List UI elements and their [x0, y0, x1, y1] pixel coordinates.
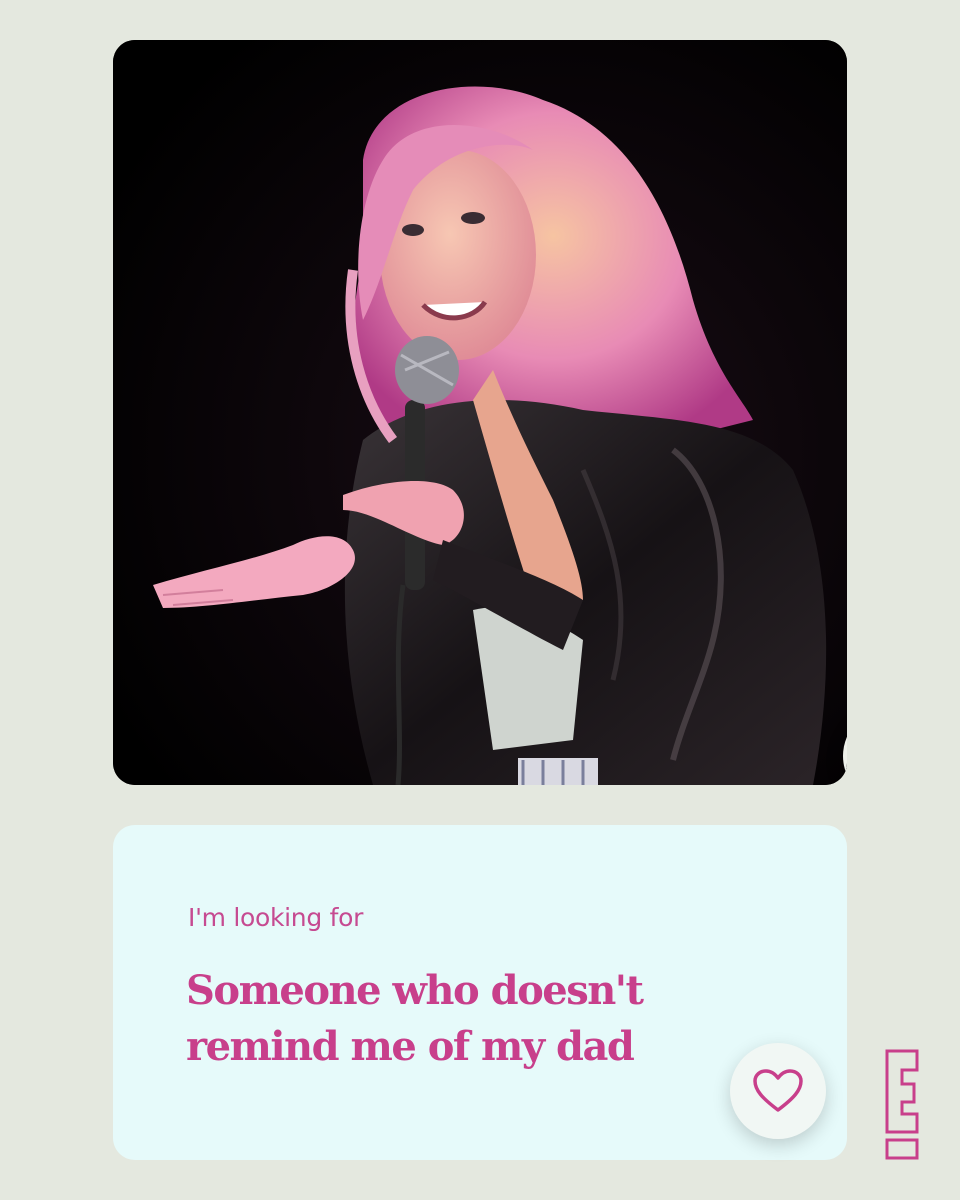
prompt-label: I'm looking for: [188, 903, 364, 932]
profile-photo-card[interactable]: [113, 40, 847, 785]
e-logo: [884, 1048, 920, 1165]
prompt-like-button[interactable]: [730, 1043, 826, 1139]
profile-photo: [113, 40, 847, 785]
heart-icon: [753, 1069, 803, 1112]
prompt-answer: Someone who doesn't remind me of my dad: [186, 967, 644, 1070]
prompt-card: I'm looking for Someone who doesn't remi…: [113, 825, 847, 1160]
